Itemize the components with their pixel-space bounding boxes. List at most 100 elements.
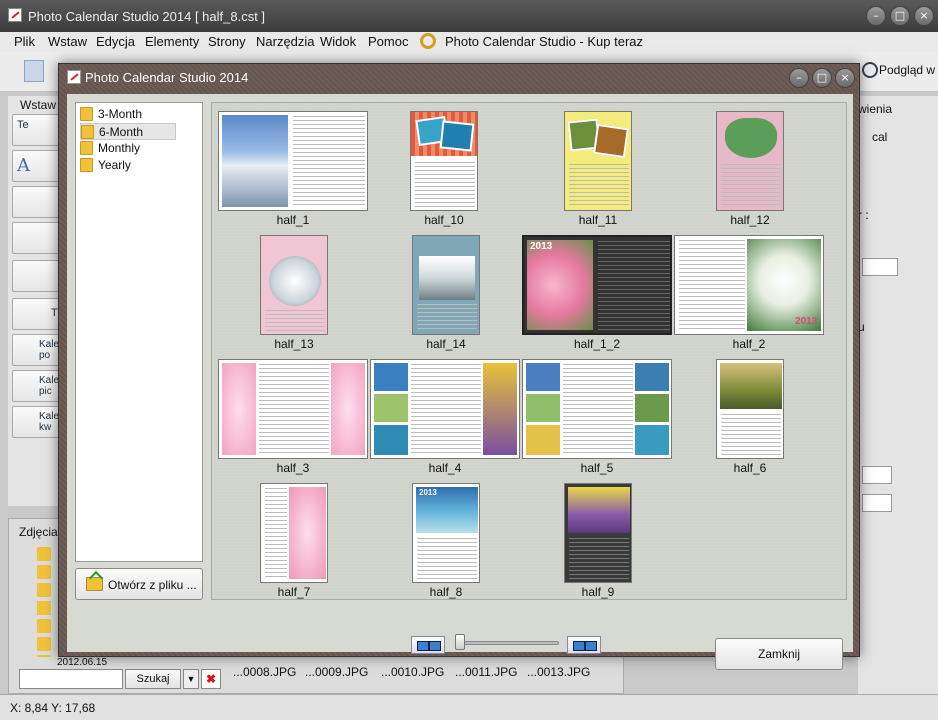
template-thumb-half-10[interactable]: [410, 111, 478, 211]
search-dropdown-icon[interactable]: ▼: [183, 669, 199, 689]
template-thumb-half-5[interactable]: [522, 359, 672, 459]
year-label: 2013: [795, 316, 818, 327]
menu-elementy[interactable]: Elementy: [145, 34, 199, 49]
folder-yearly[interactable]: Yearly: [80, 157, 200, 174]
menu-widok[interactable]: Widok: [320, 34, 356, 49]
dialog-maximize-icon[interactable]: □: [812, 68, 832, 88]
status-bar: X: 8,84 Y: 17,68: [0, 694, 938, 720]
file-item[interactable]: ...0011.JPG: [455, 665, 517, 679]
template-label: half_7: [277, 585, 311, 599]
insert-text-button[interactable]: Te: [12, 114, 60, 146]
menu-plik[interactable]: Plik: [14, 34, 35, 49]
template-thumb-half-8[interactable]: 2013: [412, 483, 480, 583]
template-thumb-half-4[interactable]: [370, 359, 520, 459]
new-document-icon[interactable]: [24, 60, 44, 82]
dialog-minimize-icon[interactable]: –: [789, 68, 809, 88]
close-icon[interactable]: ×: [914, 6, 934, 26]
coordinates-readout: X: 8,84 Y: 17,68: [10, 701, 96, 715]
menu-wstaw[interactable]: Wstaw: [48, 34, 87, 49]
folder-monthly[interactable]: Monthly: [80, 140, 200, 157]
insert-line-button[interactable]: [12, 260, 60, 292]
template-thumb-half-11[interactable]: [564, 111, 632, 211]
menu-bar: Plik Wstaw Edycja Elementy Strony Narzęd…: [0, 32, 938, 52]
template-label: half_4: [428, 461, 462, 475]
template-thumb-half-9[interactable]: [564, 483, 632, 583]
date-folder[interactable]: 2012.06.15: [57, 657, 107, 668]
zoom-out-icon[interactable]: [411, 636, 445, 654]
template-thumb-half-13[interactable]: [260, 235, 328, 335]
insert-rectangle-button[interactable]: [12, 222, 60, 254]
template-label: half_6: [733, 461, 767, 475]
search-button[interactable]: Szukaj: [125, 669, 181, 689]
template-label: half_1_2: [573, 337, 621, 351]
template-label: half_3: [276, 461, 310, 475]
template-label: half_10: [424, 213, 464, 227]
year-label: 2013: [530, 241, 553, 252]
template-thumb-half-14[interactable]: [412, 235, 480, 335]
file-item[interactable]: ...0013.JPG: [527, 665, 590, 679]
window-title: Photo Calendar Studio 2014 [ half_8.cst …: [28, 9, 266, 24]
folder-icon: [80, 141, 93, 155]
app-icon: [8, 8, 22, 22]
file-item[interactable]: ...0009.JPG: [305, 665, 368, 679]
folder-icon: [80, 107, 93, 121]
folder-3-month[interactable]: 3-Month: [80, 106, 200, 123]
dropdown-2[interactable]: [862, 466, 892, 484]
dialog-app-icon: [67, 70, 81, 84]
insert-art-text-button[interactable]: A: [12, 150, 60, 182]
menu-edycja[interactable]: Edycja: [96, 34, 135, 49]
folder-6-month[interactable]: 6-Month: [80, 123, 176, 140]
search-input[interactable]: [19, 669, 123, 689]
properties-tab[interactable]: wienia: [858, 102, 892, 116]
key-icon: [420, 33, 436, 49]
template-label: half_5: [580, 461, 614, 475]
insert-image-button[interactable]: [12, 186, 60, 218]
slider-handle[interactable]: [455, 634, 465, 650]
insert-calendar-horizontal-button[interactable]: Kale po: [12, 334, 60, 366]
dialog-close-icon[interactable]: ×: [835, 68, 855, 88]
file-item[interactable]: ...0010.JPG: [381, 665, 444, 679]
slider-track[interactable]: [455, 641, 559, 645]
insert-tab[interactable]: Wstaw: [20, 98, 56, 112]
unit-radio-label[interactable]: cal: [872, 130, 887, 144]
insert-calendar-square-button[interactable]: Kale kw: [12, 406, 60, 438]
photos-tab[interactable]: Zdjęcia: [19, 525, 58, 539]
template-thumb-half-7[interactable]: [260, 483, 328, 583]
close-dialog-button[interactable]: Zamknij: [715, 638, 843, 670]
menu-buy[interactable]: Photo Calendar Studio - Kup teraz: [445, 34, 643, 49]
template-label: half_8: [429, 585, 463, 599]
template-thumb-half-12[interactable]: [716, 111, 784, 211]
template-label: half_12: [730, 213, 770, 227]
year-label: 2013: [419, 488, 437, 497]
insert-calendar-vertical-button[interactable]: Kale pic: [12, 370, 60, 402]
template-thumb-half-2[interactable]: 2013: [674, 235, 824, 335]
menu-strony[interactable]: Strony: [208, 34, 246, 49]
clear-search-icon[interactable]: ✖: [201, 669, 221, 689]
open-folder-icon: [86, 577, 103, 591]
template-label: half_1: [276, 213, 310, 227]
dropdown-3[interactable]: [862, 494, 892, 512]
open-from-file-button[interactable]: Otwórz z pliku ...: [75, 568, 203, 600]
template-thumb-half-1[interactable]: [218, 111, 368, 211]
template-label: half_9: [581, 585, 615, 599]
folder-list[interactable]: [37, 547, 51, 657]
template-thumb-half-6[interactable]: [716, 359, 784, 459]
insert-background-button[interactable]: T: [12, 298, 60, 330]
preview-icon[interactable]: [862, 62, 878, 78]
file-item[interactable]: ...0008.JPG: [233, 665, 296, 679]
minimize-icon[interactable]: –: [866, 6, 886, 26]
folder-icon: [80, 158, 93, 172]
template-dialog: Photo Calendar Studio 2014 – □ × 3-Month…: [58, 63, 860, 670]
zoom-in-icon[interactable]: [567, 636, 601, 654]
dropdown-1[interactable]: [862, 258, 898, 276]
preview-label[interactable]: Podgląd w: [879, 63, 935, 77]
folder-icon: [81, 125, 94, 139]
dialog-title: Photo Calendar Studio 2014: [85, 70, 249, 85]
menu-pomoc[interactable]: Pomoc: [368, 34, 408, 49]
template-thumb-half-1-2[interactable]: 2013: [522, 235, 672, 335]
template-thumb-half-3[interactable]: [218, 359, 368, 459]
main-title-bar: Photo Calendar Studio 2014 [ half_8.cst …: [0, 0, 938, 32]
maximize-icon[interactable]: □: [890, 6, 910, 26]
menu-narzedzia[interactable]: Narzędzia: [256, 34, 315, 49]
dialog-body: 3-Month 6-Month Monthly Yearly Otwórz z …: [67, 94, 853, 670]
